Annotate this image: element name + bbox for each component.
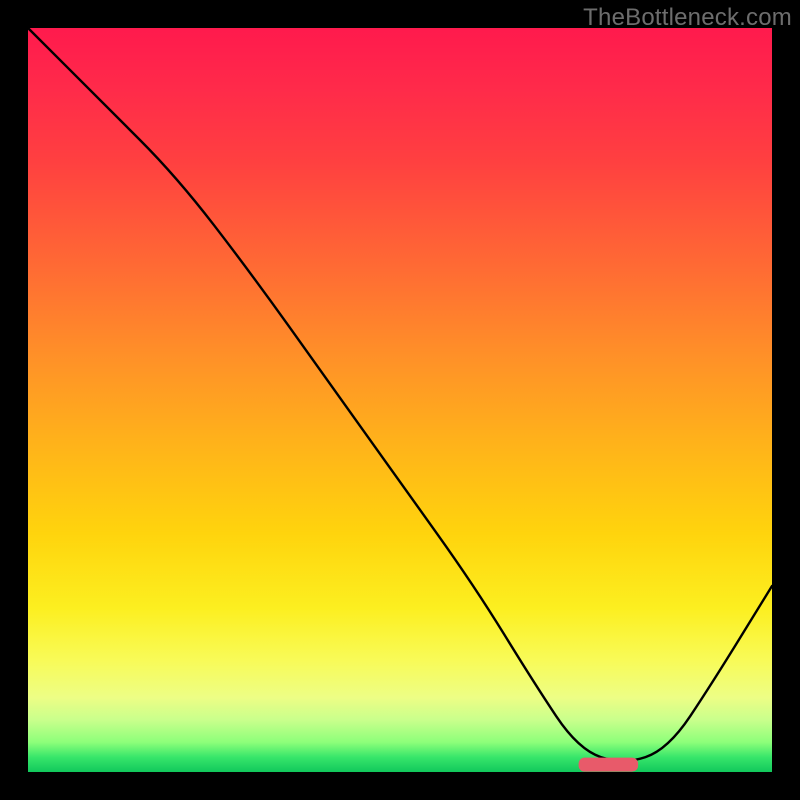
optimal-marker [579,758,639,772]
plot-area [28,28,772,772]
bottleneck-curve-svg [28,28,772,772]
chart-frame: TheBottleneck.com [0,0,800,800]
bottleneck-curve [28,28,772,761]
watermark-text: TheBottleneck.com [583,4,792,32]
